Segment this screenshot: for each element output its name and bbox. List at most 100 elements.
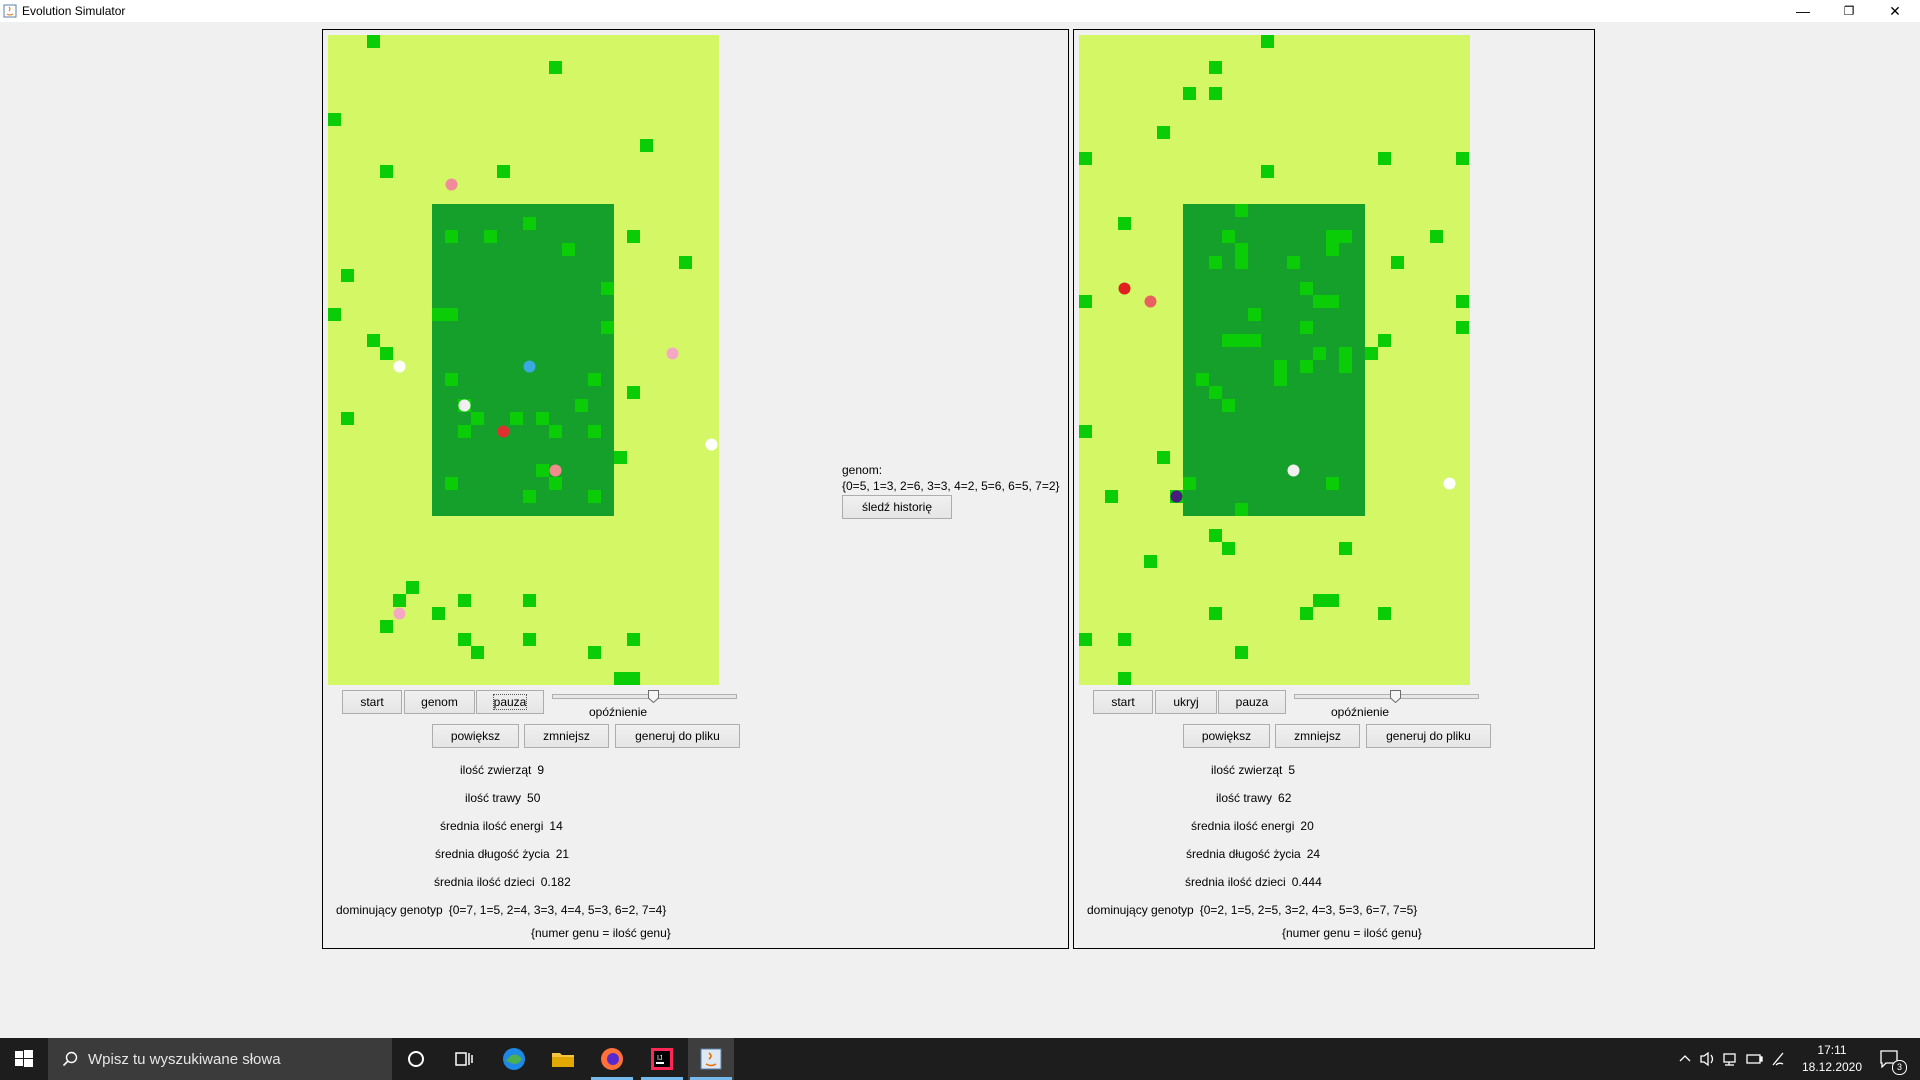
grass-tile bbox=[1222, 334, 1235, 347]
grass-tile bbox=[536, 412, 549, 425]
animal[interactable] bbox=[523, 360, 536, 373]
taskbar-clock[interactable]: 17:11 18.12.2020 bbox=[1800, 1042, 1864, 1076]
selected-animal-genome: genom: {0=5, 1=3, 2=6, 3=3, 4=2, 5=6, 6=… bbox=[842, 462, 1060, 494]
animal[interactable] bbox=[497, 425, 510, 438]
grass-tile bbox=[380, 165, 393, 178]
stat-average-energy: średnia ilość energi 20 bbox=[1191, 819, 1314, 833]
java-app-taskbar-button[interactable] bbox=[688, 1038, 734, 1080]
grass-tile bbox=[1313, 347, 1326, 360]
grass-tile bbox=[523, 490, 536, 503]
world-map-right[interactable] bbox=[1079, 35, 1470, 685]
restore-icon[interactable]: ❐ bbox=[1826, 0, 1872, 22]
minimize-icon[interactable]: — bbox=[1780, 0, 1826, 22]
windows-start-icon[interactable] bbox=[0, 1038, 48, 1080]
grass-tile bbox=[471, 646, 484, 659]
grass-tile bbox=[1300, 321, 1313, 334]
grass-tile bbox=[1248, 308, 1261, 321]
java-app-icon bbox=[3, 4, 17, 18]
grass-tile bbox=[1209, 607, 1222, 620]
grass-tile bbox=[1209, 61, 1222, 74]
animal[interactable] bbox=[1443, 477, 1456, 490]
grass-tile bbox=[1235, 334, 1248, 347]
grass-tile bbox=[432, 607, 445, 620]
close-icon[interactable]: ✕ bbox=[1872, 0, 1918, 22]
grass-tile bbox=[588, 646, 601, 659]
grass-tile bbox=[1209, 256, 1222, 269]
grass-tile bbox=[523, 633, 536, 646]
grass-tile bbox=[588, 490, 601, 503]
search-icon bbox=[62, 1051, 78, 1067]
grass-tile bbox=[549, 425, 562, 438]
grass-tile bbox=[445, 477, 458, 490]
grass-tile bbox=[1365, 347, 1378, 360]
grass-tile bbox=[1287, 256, 1300, 269]
notification-center-icon[interactable]: 3 bbox=[1872, 1038, 1912, 1080]
grass-tile bbox=[523, 217, 536, 230]
grass-tile bbox=[510, 412, 523, 425]
animal[interactable] bbox=[458, 399, 471, 412]
delay-slider-label: opóźnienie bbox=[1331, 705, 1390, 719]
animal[interactable] bbox=[705, 438, 718, 451]
grass-tile bbox=[1222, 399, 1235, 412]
trace-history-button[interactable]: śledź historię bbox=[842, 495, 952, 519]
export-to-file-button[interactable]: generuj do pliku bbox=[615, 724, 740, 748]
animal[interactable] bbox=[1287, 464, 1300, 477]
grass-tile bbox=[1235, 503, 1248, 516]
grass-tile bbox=[1300, 607, 1313, 620]
intellij-idea-icon[interactable]: IJ bbox=[649, 1046, 675, 1072]
grass-tile bbox=[1235, 256, 1248, 269]
animal[interactable] bbox=[666, 347, 679, 360]
pause-button[interactable]: pauza bbox=[476, 690, 544, 714]
genome-button[interactable]: genom bbox=[404, 690, 475, 714]
grass-tile bbox=[406, 581, 419, 594]
stat-grass-count: ilość trawy 62 bbox=[1216, 791, 1292, 805]
grass-tile bbox=[341, 269, 354, 282]
start-button[interactable]: start bbox=[1093, 690, 1153, 714]
clock-time: 17:11 bbox=[1817, 1043, 1847, 1057]
windows-taskbar: Wpisz tu wyszukiwane słowa IJ 17:11 18.1… bbox=[0, 1038, 1920, 1080]
animal[interactable] bbox=[1144, 295, 1157, 308]
slider-thumb[interactable] bbox=[648, 690, 659, 703]
task-view-icon[interactable] bbox=[451, 1046, 477, 1072]
animal[interactable] bbox=[549, 464, 562, 477]
grass-tile bbox=[1235, 204, 1248, 217]
grass-tile bbox=[1300, 282, 1313, 295]
pause-button[interactable]: pauza bbox=[1218, 690, 1286, 714]
animal[interactable] bbox=[445, 178, 458, 191]
animal[interactable] bbox=[1170, 490, 1183, 503]
file-explorer-icon[interactable] bbox=[550, 1046, 576, 1072]
zoom-in-button[interactable]: powiększ bbox=[432, 724, 519, 748]
animal[interactable] bbox=[393, 360, 406, 373]
edge-browser-icon[interactable] bbox=[501, 1046, 527, 1072]
world-map-left[interactable] bbox=[328, 35, 719, 685]
grass-tile bbox=[432, 308, 445, 321]
start-button[interactable]: start bbox=[342, 690, 402, 714]
zoom-out-button[interactable]: zmniejsz bbox=[1275, 724, 1360, 748]
grass-tile bbox=[380, 347, 393, 360]
grass-tile bbox=[588, 373, 601, 386]
animal[interactable] bbox=[393, 607, 406, 620]
taskbar-search-box[interactable]: Wpisz tu wyszukiwane słowa bbox=[48, 1038, 392, 1080]
grass-tile bbox=[1079, 152, 1092, 165]
grass-tile bbox=[1248, 334, 1261, 347]
hide-button[interactable]: ukryj bbox=[1155, 690, 1217, 714]
grass-tile bbox=[1105, 490, 1118, 503]
cortana-icon[interactable] bbox=[403, 1046, 429, 1072]
grass-tile bbox=[549, 61, 562, 74]
system-tray-icons[interactable] bbox=[1675, 1038, 1795, 1080]
grass-tile bbox=[1313, 594, 1326, 607]
grass-tile bbox=[484, 230, 497, 243]
grass-tile bbox=[1391, 256, 1404, 269]
export-to-file-button[interactable]: generuj do pliku bbox=[1366, 724, 1491, 748]
animal[interactable] bbox=[1118, 282, 1131, 295]
zoom-in-button[interactable]: powiększ bbox=[1183, 724, 1270, 748]
grass-tile bbox=[536, 464, 549, 477]
stat-average-children: średnia ilość dzieci 0.182 bbox=[434, 875, 571, 889]
firefox-icon[interactable] bbox=[599, 1046, 625, 1072]
zoom-out-button[interactable]: zmniejsz bbox=[524, 724, 609, 748]
grass-tile bbox=[575, 399, 588, 412]
jungle-area bbox=[432, 204, 614, 516]
slider-thumb[interactable] bbox=[1390, 690, 1401, 703]
grass-tile bbox=[627, 386, 640, 399]
grass-tile bbox=[562, 243, 575, 256]
